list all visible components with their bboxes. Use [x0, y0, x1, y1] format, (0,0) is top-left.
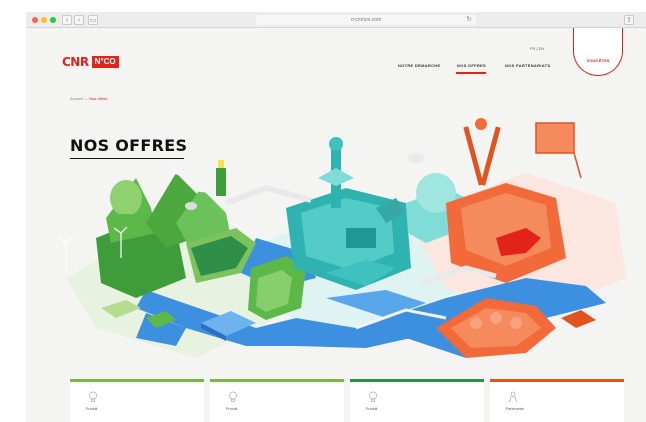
website-viewport: CNR N°CO FR | EN NOTRE DÉMARCHE NOS OFFR… — [26, 28, 646, 422]
offer-card[interactable]: Produit — [70, 379, 204, 422]
offer-card[interactable]: Produit — [210, 379, 344, 422]
breadcrumb-separator: — — [84, 96, 89, 101]
card-accent-bar — [350, 379, 484, 382]
address-bar[interactable]: n-cnrnco.com — [256, 15, 476, 25]
forward-arrow-icon[interactable]: › — [74, 15, 84, 25]
vous-etes-label: VOUS ÊTES — [586, 58, 610, 63]
url-text: n-cnrnco.com — [350, 17, 382, 23]
card-label: Produit — [366, 407, 378, 411]
lightbulb-icon — [229, 391, 237, 402]
page: ‹ › ▭ n-cnrnco.com ↻ ⇧ CNR N°CO FR | EN … — [0, 0, 646, 422]
close-window-dot[interactable] — [32, 17, 38, 23]
breadcrumb: Accueil — Nos offres — [70, 96, 107, 101]
share-icon[interactable]: ⇧ — [624, 15, 634, 25]
cnr-logo-text: CNR — [62, 55, 89, 69]
vous-etes-button[interactable]: VOUS ÊTES — [573, 28, 623, 76]
breadcrumb-current: Nos offres — [89, 96, 108, 101]
nav-notre-demarche[interactable]: NOTRE DÉMARCHE — [398, 63, 440, 68]
person-icon — [509, 391, 517, 403]
breadcrumb-home[interactable]: Accueil — [70, 96, 83, 101]
card-accent-bar — [210, 379, 344, 382]
offer-card[interactable]: Produit — [350, 379, 484, 422]
card-accent-bar — [490, 379, 624, 382]
nav-nos-partenariats[interactable]: NOS PARTENARIATS — [505, 63, 550, 68]
nco-logo-badge: N°CO — [91, 56, 119, 68]
reload-icon[interactable]: ↻ — [464, 15, 474, 25]
nav-nos-offres[interactable]: NOS OFFRES — [457, 63, 486, 68]
title-underline — [70, 158, 184, 159]
active-nav-indicator — [456, 72, 486, 74]
card-label: Partenariat — [506, 407, 524, 411]
offers-city-illustration — [58, 118, 626, 358]
card-label: Produit — [86, 407, 98, 411]
page-title: NOS OFFRES — [70, 136, 188, 155]
browser-toolbar: ‹ › ▭ n-cnrnco.com ↻ ⇧ — [26, 12, 646, 28]
lightbulb-icon — [89, 391, 97, 402]
card-accent-bar — [70, 379, 204, 382]
language-switcher[interactable]: FR | EN — [530, 46, 544, 51]
lightbulb-icon — [369, 391, 377, 402]
sidebar-icon[interactable]: ▭ — [88, 15, 98, 25]
zoom-window-dot[interactable] — [50, 17, 56, 23]
back-arrow-icon[interactable]: ‹ — [62, 15, 72, 25]
brand-logo[interactable]: CNR N°CO — [62, 55, 119, 69]
minimize-window-dot[interactable] — [41, 17, 47, 23]
card-label: Produit — [226, 407, 238, 411]
offer-card[interactable]: Partenariat — [490, 379, 624, 422]
